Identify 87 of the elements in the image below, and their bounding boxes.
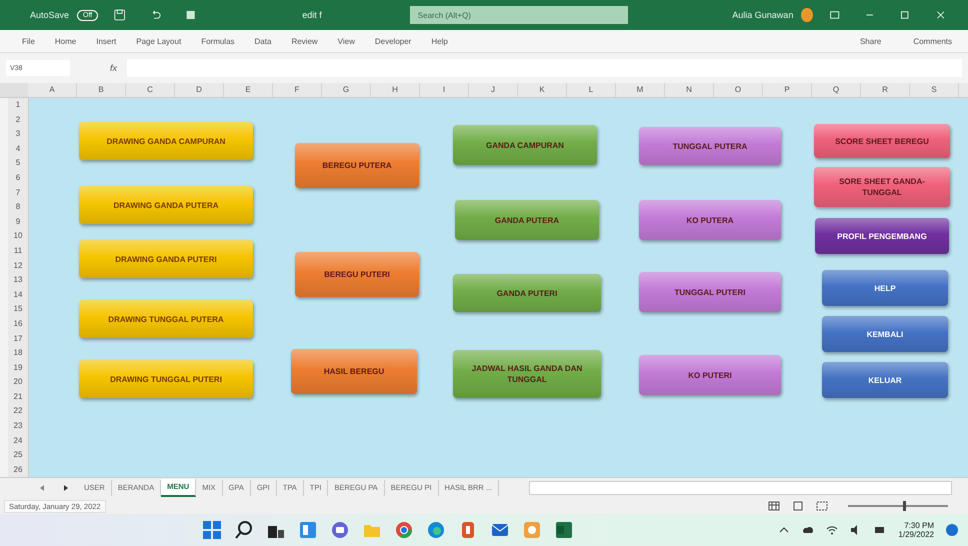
ribbon-tab[interactable]: Help: [431, 36, 448, 46]
clock-date: 1/29/2022: [898, 530, 934, 539]
column-header[interactable]: S: [910, 83, 959, 97]
column-header[interactable]: H: [371, 83, 420, 97]
menu-button[interactable]: KELUAR: [822, 362, 948, 398]
column-header[interactable]: A: [28, 83, 77, 97]
row-header[interactable]: 15: [8, 302, 28, 317]
ribbon-tab[interactable]: Data: [254, 36, 272, 46]
share-button[interactable]: Share: [854, 36, 888, 46]
clock-time: 7:30 PM: [904, 521, 934, 530]
menu-button[interactable]: GANDA PUTERA: [455, 200, 599, 240]
file-name[interactable]: edit f: [302, 10, 322, 20]
column-header[interactable]: R: [861, 83, 910, 97]
menu-button[interactable]: KO PUTERI: [639, 355, 781, 395]
ribbon-tab[interactable]: Home: [54, 36, 76, 46]
row-header[interactable]: 22: [8, 404, 28, 420]
ribbon-tab[interactable]: Formulas: [201, 36, 235, 46]
column-header[interactable]: I: [420, 83, 469, 97]
row-header[interactable]: 16: [8, 316, 28, 332]
menu-button[interactable]: KO PUTERA: [639, 200, 781, 240]
column-header[interactable]: K: [518, 83, 567, 97]
row-header[interactable]: 3: [8, 127, 28, 142]
row-header[interactable]: 8: [8, 200, 28, 215]
row-header[interactable]: 24: [8, 434, 28, 448]
menu-button[interactable]: DRAWING GANDA PUTERI: [79, 240, 253, 278]
row-header[interactable]: 26: [8, 462, 28, 478]
row-header[interactable]: 12: [8, 258, 28, 274]
column-header[interactable]: C: [126, 83, 175, 97]
clock[interactable]: 7:30 PM 1/29/2022: [898, 521, 934, 539]
menu-button[interactable]: BEREGU PUTERI: [295, 252, 419, 297]
row-header[interactable]: 6: [8, 170, 28, 186]
menu-button[interactable]: DRAWING GANDA CAMPURAN: [79, 122, 253, 160]
row-header[interactable]: 11: [8, 244, 28, 259]
comments-button[interactable]: Comments: [907, 36, 958, 46]
menu-button[interactable]: BEREGU PUTERA: [295, 143, 419, 188]
row-header[interactable]: 7: [8, 186, 28, 200]
ribbon-tab[interactable]: Insert: [96, 36, 116, 46]
row-header[interactable]: 2: [8, 112, 28, 128]
ribbon-tab[interactable]: Developer: [374, 36, 412, 46]
column-header[interactable]: E: [224, 83, 273, 97]
row-header[interactable]: 5: [8, 156, 28, 171]
ribbon-tab[interactable]: Review: [291, 36, 318, 46]
menu-button[interactable]: TUNGGAL PUTERA: [639, 127, 781, 165]
row-header[interactable]: 19: [8, 360, 28, 376]
row-header[interactable]: 13: [8, 273, 28, 288]
column-header[interactable]: N: [665, 83, 714, 97]
row-header[interactable]: 18: [8, 346, 28, 361]
menu-button[interactable]: HASIL BEREGU: [291, 349, 417, 394]
ribbon-tab[interactable]: View: [338, 36, 355, 46]
row-header[interactable]: 1: [8, 98, 28, 113]
search-field[interactable]: Search (Alt+Q): [410, 6, 628, 24]
menu-button[interactable]: HELP: [822, 270, 948, 306]
column-header[interactable]: M: [616, 83, 665, 97]
menu-button[interactable]: DRAWING GANDA PUTERA: [79, 186, 253, 224]
menu-button[interactable]: DRAWING TUNGGAL PUTERI: [79, 360, 253, 398]
row-header[interactable]: 23: [8, 419, 28, 434]
column-header[interactable]: B: [77, 83, 126, 97]
column-header[interactable]: F: [273, 83, 322, 97]
function-label[interactable]: fx: [110, 63, 118, 73]
column-header[interactable]: J: [469, 83, 518, 97]
menu-button[interactable]: DRAWING TUNGGAL PUTERA: [79, 300, 253, 338]
row-header[interactable]: 17: [8, 332, 28, 346]
column-header[interactable]: D: [175, 83, 224, 97]
user-name: Aulia Gunawan: [732, 10, 794, 20]
menu-button[interactable]: TUNGGAL PUTERI: [639, 272, 781, 312]
menu-button[interactable]: SORE SHEET GANDA-TUNGGAL: [814, 167, 950, 207]
column-header[interactable]: L: [567, 83, 616, 97]
menu-button[interactable]: GANDA CAMPURAN: [453, 125, 597, 165]
menu-button[interactable]: JADWAL HASIL GANDA DAN TUNGGAL: [453, 350, 601, 398]
row-header[interactable]: 14: [8, 288, 28, 302]
column-header[interactable]: P: [763, 83, 812, 97]
row-header[interactable]: 21: [8, 390, 28, 404]
ribbon-tab[interactable]: Page Layout: [136, 36, 182, 46]
column-header[interactable]: O: [714, 83, 763, 97]
ribbon-tab[interactable]: File: [22, 36, 35, 46]
menu-button[interactable]: SCORE SHEET BEREGU: [814, 124, 950, 158]
row-header[interactable]: 20: [8, 375, 28, 390]
column-header[interactable]: Q: [812, 83, 861, 97]
row-header[interactable]: 25: [8, 448, 28, 463]
row-header[interactable]: 4: [8, 142, 28, 156]
menu-button[interactable]: PROFIL PENGEMBANG: [815, 218, 949, 254]
column-header[interactable]: G: [322, 83, 371, 97]
row-header[interactable]: 9: [8, 214, 28, 230]
menu-button[interactable]: KEMBALI: [822, 316, 948, 352]
row-header[interactable]: 10: [8, 229, 28, 244]
menu-button[interactable]: GANDA PUTERI: [453, 274, 601, 312]
autosave-label: AutoSave: [30, 10, 70, 20]
